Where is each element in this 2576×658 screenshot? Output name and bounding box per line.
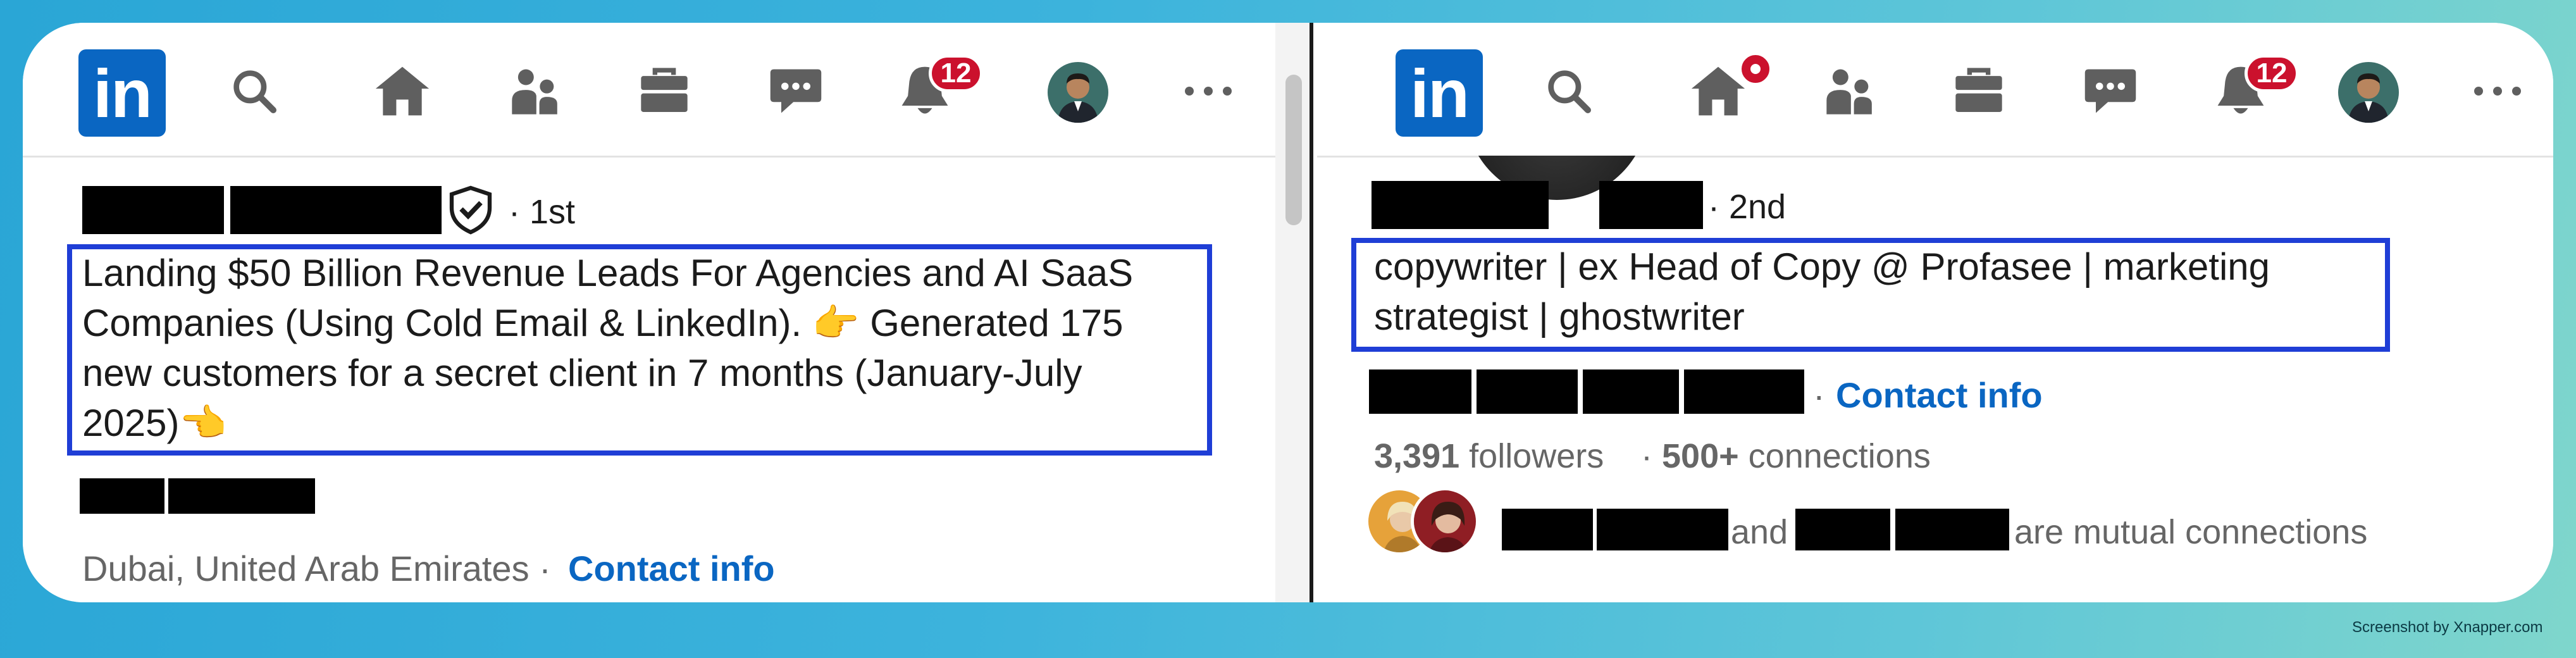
jobs-icon[interactable]	[1947, 59, 2010, 123]
connections-count: 500+	[1662, 437, 1739, 475]
followers-count: 3,391	[1374, 437, 1460, 475]
headline-line: Companies (Using Cold Email & LinkedIn).…	[82, 302, 1124, 344]
followers-label: followers	[1469, 437, 1604, 475]
contact-info-link[interactable]: Contact info	[568, 548, 775, 589]
contact-separator: ·	[1813, 375, 1825, 415]
connection-degree: · 1st	[509, 193, 576, 231]
redacted-field	[1684, 369, 1804, 414]
location: Dubai, United Arab Emirates ·	[82, 549, 551, 588]
redacted-field	[1583, 369, 1679, 414]
redacted-field	[1369, 369, 1471, 414]
search-icon[interactable]	[223, 59, 286, 123]
redacted-mutual-name	[1502, 509, 1593, 550]
redacted-first-name	[1372, 181, 1549, 229]
redacted-mutual-name	[1795, 509, 1890, 550]
my-network-icon[interactable]	[504, 59, 567, 123]
connections-stat[interactable]: · 500+ connections	[1641, 437, 1931, 476]
right-global-nav: in 12	[1317, 23, 2553, 158]
redacted-last-name	[230, 186, 442, 234]
jobs-icon[interactable]	[633, 59, 696, 123]
mutual-connections-text[interactable]: are mutual connections	[2014, 512, 2367, 552]
screenshot-card: in 12 · 1st Landing $50 Billion Revenue …	[23, 23, 2553, 602]
headline-line: new customers for a secret client in 7 m…	[82, 352, 1082, 394]
connections-separator: ·	[1641, 437, 1652, 475]
mutual-and: and	[1731, 513, 1788, 551]
my-network-icon[interactable]	[1818, 59, 1881, 123]
panel-divider	[1310, 23, 1313, 602]
left-global-nav: in 12	[23, 23, 1313, 158]
avatar[interactable]	[1048, 62, 1108, 123]
linkedin-logo[interactable]: in	[1396, 49, 1483, 137]
messaging-icon[interactable]	[764, 59, 827, 123]
more-icon[interactable]	[1177, 59, 1240, 123]
headline: copywriter | ex Head of Copy @ Profasee …	[1374, 242, 2270, 342]
watermark: Screenshot by Xnapper.com	[2352, 619, 2543, 636]
headline: Landing $50 Billion Revenue Leads For Ag…	[82, 248, 1133, 448]
connection-degree: · 2nd	[1708, 188, 1786, 226]
home-notification-dot	[1738, 52, 1773, 86]
search-icon[interactable]	[1537, 59, 1601, 123]
headline-line: Landing $50 Billion Revenue Leads For Ag…	[82, 252, 1134, 294]
linkedin-logo[interactable]: in	[78, 49, 166, 137]
headline-line: strategist | ghostwriter	[1374, 295, 1745, 338]
redacted-field	[1477, 369, 1578, 414]
avatar[interactable]	[2338, 62, 2399, 123]
headline-line: copywriter | ex Head of Copy @ Profasee …	[1374, 245, 2270, 288]
home-icon[interactable]	[371, 59, 434, 123]
notifications-badge: 12	[2245, 54, 2299, 92]
connections-label: connections	[1748, 437, 1931, 475]
more-icon[interactable]	[2466, 59, 2529, 123]
scrollbar-thumb[interactable]	[1285, 75, 1302, 225]
contact-info-link[interactable]: Contact info	[1836, 375, 2043, 416]
headline-line: 2025)👈	[82, 402, 227, 444]
notifications-badge: 12	[929, 54, 983, 92]
verified-shield-icon	[445, 185, 496, 235]
redacted-mutual-name	[1597, 509, 1728, 550]
redacted-field	[80, 478, 164, 514]
redacted-mutual-name	[1895, 509, 2009, 550]
redacted-first-name	[82, 186, 224, 234]
left-profile-panel: in 12 · 1st Landing $50 Billion Revenue …	[23, 23, 1313, 602]
redacted-last-name	[1599, 181, 1703, 229]
followers-stat[interactable]: 3,391 followers	[1374, 437, 1604, 476]
redacted-field	[168, 478, 315, 514]
messaging-icon[interactable]	[2079, 59, 2142, 123]
mutual-connection-avatar[interactable]	[1411, 487, 1479, 556]
